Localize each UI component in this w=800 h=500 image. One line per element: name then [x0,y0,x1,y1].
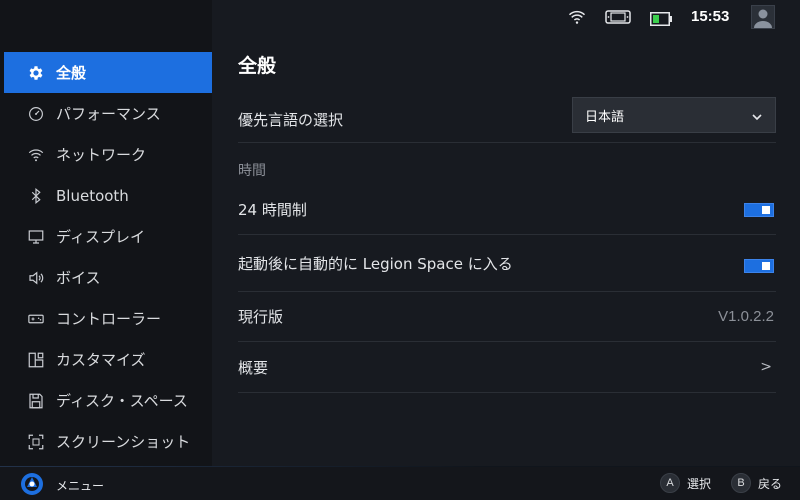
sidebar-item-screenshot[interactable]: スクリーンショット [0,421,212,462]
toggle-knob [762,262,770,270]
hint-select[interactable]: A 選択 [660,473,711,493]
hint-back[interactable]: B 戻る [731,473,782,493]
sidebar-item-customize[interactable]: カスタマイズ [0,339,212,380]
page-title: 全般 [238,55,277,77]
hint-label: 戻る [758,476,783,491]
sidebar-item-controller[interactable]: コントローラー [0,298,212,339]
gear-icon [26,63,46,83]
bottom-bar: メニュー A 選択 B 戻る [0,466,800,500]
hint-label: 選択 [687,476,712,491]
chevron-down-icon [751,108,763,127]
sidebar-nav: 全般 パフォーマンス ネットワーク Bluetooth ディスプレイ ボイス コ… [0,52,212,462]
language-label: 優先言語の選択 [238,111,344,129]
sidebar-item-performance[interactable]: パフォーマンス [0,93,212,134]
sidebar-item-general[interactable]: 全般 [4,52,212,93]
monitor-icon [26,227,46,247]
about-row[interactable]: 概要 > [238,342,776,393]
b-button-icon: B [731,473,751,493]
sidebar-item-label: Bluetooth [56,186,129,205]
autostart-row: 起動後に自動的に Legion Space に入る [238,235,776,292]
bluetooth-icon [26,186,46,206]
autostart-label: 起動後に自動的に Legion Space に入る [238,254,513,273]
sidebar-item-label: スクリーンショット [56,433,191,451]
sidebar-item-label: カスタマイズ [56,351,146,369]
autostart-toggle[interactable] [744,259,774,273]
sidebar-item-label: ネットワーク [56,146,147,164]
clock24-toggle[interactable] [744,203,774,217]
sidebar-item-network[interactable]: ネットワーク [0,134,212,175]
menu-label[interactable]: メニュー [56,477,104,494]
sidebar-item-label: ディスク・スペース [56,392,188,410]
sidebar-item-label: ディスプレイ [56,228,145,246]
gamepad-icon [26,309,46,329]
time-section-header: 時間 [238,163,266,179]
speedometer-icon [26,104,46,124]
sidebar-item-label: コントローラー [56,310,162,328]
sidebar-item-label: 全般 [56,64,87,82]
language-row: 優先言語の選択 日本語 [238,97,776,143]
legion-logo-icon[interactable] [20,472,44,496]
version-value: V1.0.2.2 [718,308,774,325]
disk-icon [26,391,46,411]
sidebar-item-label: ボイス [56,269,101,287]
sidebar-item-disk-space[interactable]: ディスク・スペース [0,380,212,421]
sidebar-item-label: パフォーマンス [56,105,161,123]
bottom-accent-line [0,466,800,467]
wifi-icon [26,145,46,165]
toggle-knob [762,206,770,214]
sidebar-item-voice[interactable]: ボイス [0,257,212,298]
language-dropdown[interactable]: 日本語 [572,97,776,133]
a-button-icon: A [660,473,680,493]
sidebar-item-display[interactable]: ディスプレイ [0,216,212,257]
speaker-icon [26,268,46,288]
customize-icon [26,350,46,370]
chevron-right-icon: > [760,359,772,375]
clock24-row: 24 時間制 [238,184,776,235]
version-label: 現行版 [238,308,284,326]
sidebar: 全般 パフォーマンス ネットワーク Bluetooth ディスプレイ ボイス コ… [0,0,212,466]
main-content: 全般 優先言語の選択 日本語 時間 24 時間制 起動後に自動的に Legion… [238,0,776,466]
version-row: 現行版 V1.0.2.2 [238,292,776,342]
screenshot-icon [26,432,46,452]
sidebar-item-bluetooth[interactable]: Bluetooth [0,175,212,216]
language-dropdown-value: 日本語 [585,109,625,125]
about-label: 概要 [238,358,269,377]
clock24-label: 24 時間制 [238,200,307,219]
